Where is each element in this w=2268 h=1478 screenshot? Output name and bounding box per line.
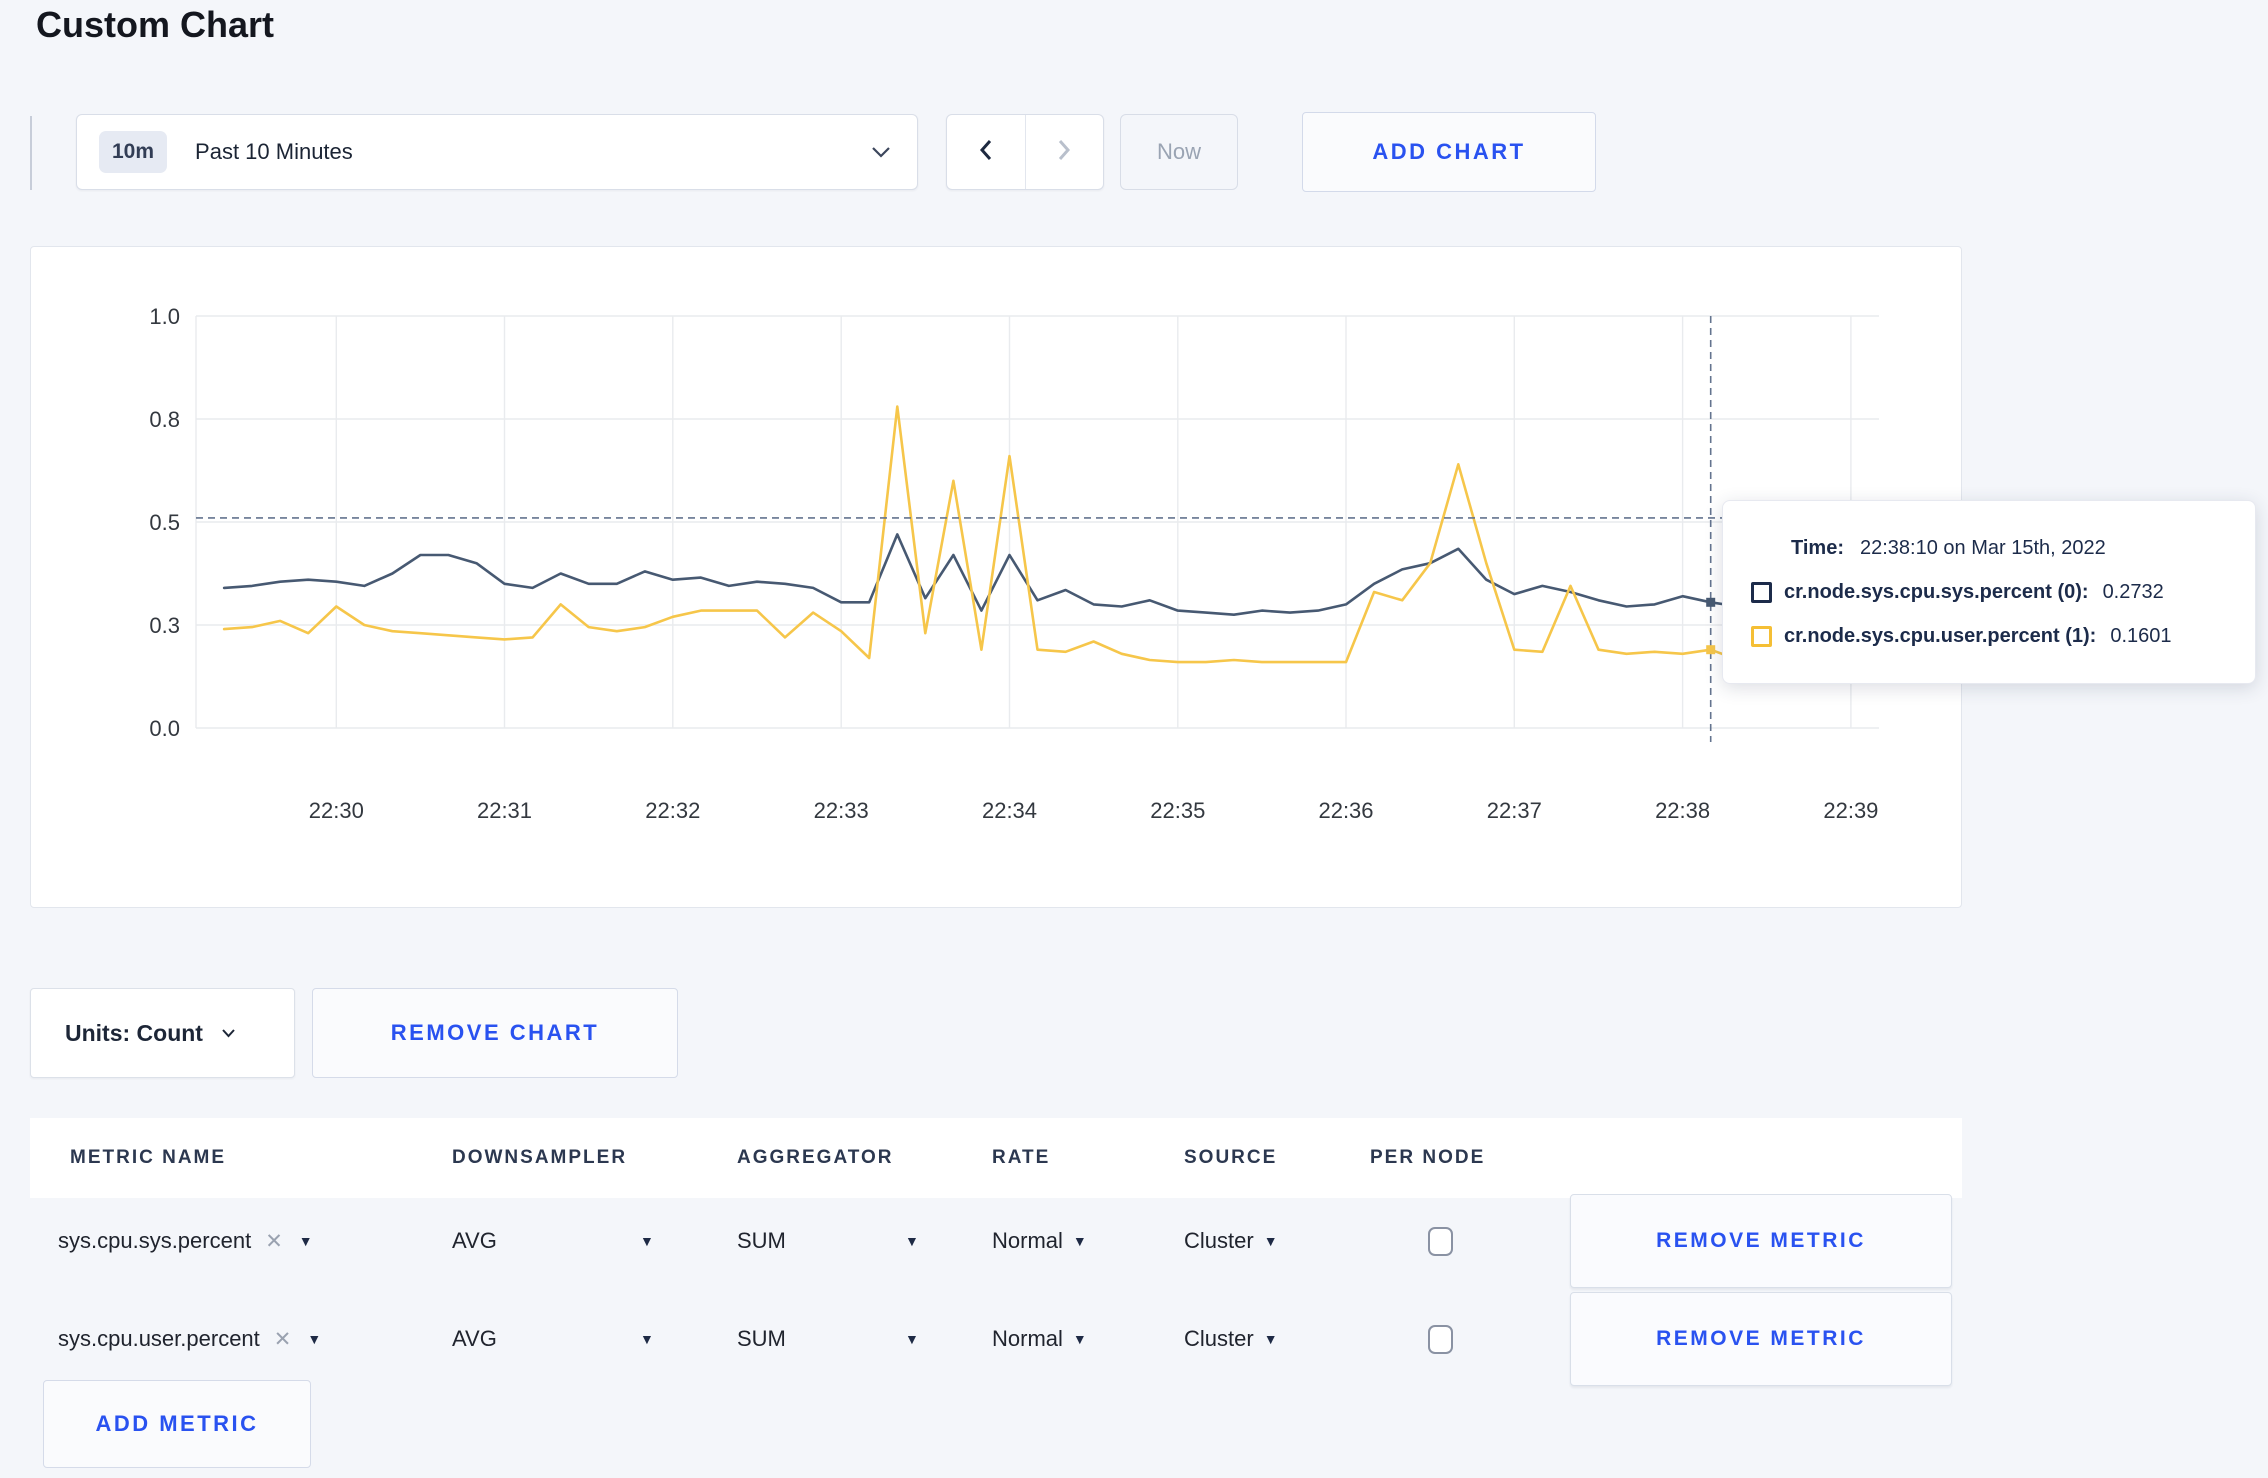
series-swatch-icon: [1751, 581, 1772, 603]
svg-text:22:38: 22:38: [1655, 798, 1710, 823]
remove-metric-button[interactable]: REMOVE METRIC: [1570, 1292, 1952, 1386]
prev-interval-button[interactable]: [947, 115, 1026, 189]
tooltip-time-value: 22:38:10 on Mar 15th, 2022: [1859, 536, 2106, 559]
svg-text:1.0: 1.0: [149, 304, 180, 329]
source-select[interactable]: Cluster ▼: [1172, 1228, 1358, 1254]
svg-text:22:39: 22:39: [1823, 798, 1878, 823]
svg-text:0.8: 0.8: [149, 407, 180, 432]
svg-text:22:36: 22:36: [1318, 798, 1373, 823]
tooltip-time-label: Time:: [1791, 536, 1844, 559]
per-node-checkbox[interactable]: [1428, 1324, 1453, 1354]
chevron-down-icon: ▼: [1263, 1233, 1278, 1249]
per-node-cell: [1358, 1324, 1540, 1354]
svg-text:22:35: 22:35: [1150, 798, 1205, 823]
chevron-down-icon: ▼: [1072, 1233, 1087, 1249]
clear-metric-icon[interactable]: ✕: [265, 1229, 283, 1254]
column-header-aggregator: AGGREGATOR: [737, 1147, 894, 1168]
per-node-cell: [1358, 1226, 1540, 1256]
chevron-down-icon: ▼: [905, 1331, 919, 1347]
metric-name-value: sys.cpu.user.percent: [58, 1326, 260, 1351]
now-button[interactable]: Now: [1120, 114, 1238, 190]
chevron-left-icon: [979, 139, 993, 166]
time-range-label: Past 10 Minutes: [195, 139, 353, 164]
aggregator-select[interactable]: SUM ▼: [725, 1326, 980, 1352]
chart-card: 0.0 0.3 0.5 0.8 1.0 22:30 22:31 22:32 22:33 22:34…: [30, 246, 1962, 908]
svg-text:22:30: 22:30: [309, 798, 364, 823]
chevron-down-icon: ▼: [640, 1331, 654, 1347]
table-row: sys.cpu.sys.percent ✕ ▼ AVG ▼ SUM ▼ Norm…: [30, 1192, 1962, 1290]
source-value: Cluster: [1184, 1326, 1254, 1351]
metric-name-cell[interactable]: sys.cpu.sys.percent ✕ ▼: [30, 1228, 440, 1254]
svg-text:0.3: 0.3: [149, 613, 180, 638]
actions-cell: REMOVE METRIC: [1540, 1194, 1962, 1288]
chevron-down-icon[interactable]: ▼: [307, 1331, 321, 1347]
chevron-right-icon: [1057, 139, 1071, 166]
rate-select[interactable]: Normal ▼: [980, 1326, 1172, 1352]
series-swatch-icon: [1751, 625, 1772, 647]
downsampler-select[interactable]: AVG ▼: [440, 1228, 725, 1254]
units-label: Units: Count: [65, 1019, 203, 1046]
custom-chart-plot[interactable]: 0.0 0.3 0.5 0.8 1.0 22:30 22:31 22:32 22:33 22:34…: [31, 247, 1961, 907]
aggregator-value: SUM: [737, 1228, 786, 1253]
rate-value: Normal: [992, 1228, 1063, 1253]
table-row: sys.cpu.user.percent ✕ ▼ AVG ▼ SUM ▼ Nor…: [30, 1290, 1962, 1388]
svg-text:22:37: 22:37: [1487, 798, 1542, 823]
metric-name-cell[interactable]: sys.cpu.user.percent ✕ ▼: [30, 1326, 440, 1352]
rate-select[interactable]: Normal ▼: [980, 1228, 1172, 1254]
column-header-source: SOURCE: [1184, 1147, 1278, 1168]
column-header-downsampler: DOWNSAMPLER: [452, 1147, 628, 1168]
add-metric-button[interactable]: ADD METRIC: [43, 1380, 311, 1468]
tooltip-series-row: cr.node.sys.cpu.user.percent (1): 0.1601: [1751, 625, 2231, 648]
metrics-table-body: sys.cpu.sys.percent ✕ ▼ AVG ▼ SUM ▼ Norm…: [30, 1192, 1962, 1388]
source-select[interactable]: Cluster ▼: [1172, 1326, 1358, 1352]
downsampler-value: AVG: [452, 1228, 497, 1253]
chevron-down-icon: [221, 1028, 236, 1038]
svg-text:22:33: 22:33: [814, 798, 869, 823]
chart-tooltip: Time: 22:38:10 on Mar 15th, 2022 cr.node…: [1722, 500, 2256, 684]
metric-name-value: sys.cpu.sys.percent: [58, 1228, 252, 1253]
svg-text:22:31: 22:31: [477, 798, 532, 823]
column-header-rate: RATE: [992, 1147, 1051, 1168]
page-title: Custom Chart: [36, 4, 275, 45]
svg-text:22:34: 22:34: [982, 798, 1037, 823]
time-range-select[interactable]: 10m Past 10 Minutes: [76, 114, 918, 190]
aggregator-select[interactable]: SUM ▼: [725, 1228, 980, 1254]
svg-text:22:32: 22:32: [645, 798, 700, 823]
downsampler-value: AVG: [452, 1326, 497, 1351]
source-value: Cluster: [1184, 1228, 1254, 1253]
actions-cell: REMOVE METRIC: [1540, 1292, 1962, 1386]
chevron-down-icon: ▼: [1072, 1331, 1087, 1347]
next-interval-button[interactable]: [1026, 115, 1104, 189]
metrics-table-header: METRIC NAME DOWNSAMPLER AGGREGATOR RATE …: [30, 1118, 1962, 1198]
column-header-metric-name: METRIC NAME: [70, 1147, 227, 1168]
per-node-checkbox[interactable]: [1428, 1226, 1453, 1256]
clear-metric-icon[interactable]: ✕: [274, 1327, 292, 1352]
tooltip-series-name: cr.node.sys.cpu.sys.percent (0):: [1784, 580, 2089, 603]
tooltip-series-value: 0.2732: [2102, 580, 2164, 603]
chevron-down-icon: ▼: [905, 1233, 919, 1249]
downsampler-select[interactable]: AVG ▼: [440, 1326, 725, 1352]
svg-text:0.0: 0.0: [149, 716, 180, 741]
chevron-down-icon: ▼: [1263, 1331, 1278, 1347]
column-header-per-node: PER NODE: [1370, 1147, 1486, 1168]
chevron-down-icon[interactable]: ▼: [299, 1233, 313, 1249]
svg-text:0.5: 0.5: [149, 510, 180, 535]
units-select[interactable]: Units: Count: [30, 988, 295, 1078]
tooltip-series-row: cr.node.sys.cpu.sys.percent (0): 0.2732: [1751, 581, 2231, 604]
tooltip-series-value: 0.1601: [2110, 624, 2172, 647]
aggregator-value: SUM: [737, 1326, 786, 1351]
tooltip-time-row: Time: 22:38:10 on Mar 15th, 2022: [1751, 537, 2231, 560]
toolbar-divider: [30, 116, 32, 190]
remove-metric-button[interactable]: REMOVE METRIC: [1570, 1194, 1952, 1288]
add-chart-button[interactable]: ADD CHART: [1302, 112, 1596, 192]
time-pager: [946, 114, 1104, 190]
chevron-down-icon: [871, 146, 891, 158]
remove-chart-button[interactable]: REMOVE CHART: [312, 988, 678, 1078]
rate-value: Normal: [992, 1326, 1063, 1351]
chevron-down-icon: ▼: [640, 1233, 654, 1249]
time-range-badge: 10m: [99, 131, 168, 173]
tooltip-series-name: cr.node.sys.cpu.user.percent (1):: [1784, 624, 2097, 647]
